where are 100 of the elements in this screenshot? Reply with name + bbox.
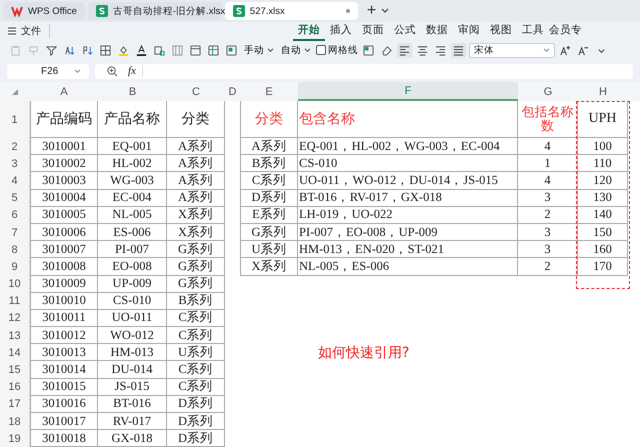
- row-header[interactable]: 19: [0, 430, 30, 447]
- table-cell: EC-004: [98, 190, 167, 207]
- ribbon-tab[interactable]: 插入: [325, 21, 357, 41]
- row-header[interactable]: 5: [0, 190, 30, 207]
- row-header[interactable]: 11: [0, 292, 30, 310]
- table-cell: EQ-001: [98, 138, 167, 156]
- table-cell: D系列: [240, 190, 298, 207]
- file-menu[interactable]: 文件: [8, 24, 50, 38]
- table-cell: 包括名称数: [518, 101, 578, 138]
- formula-field[interactable]: fx: [95, 64, 633, 78]
- row-header[interactable]: 18: [0, 413, 30, 430]
- table-cell: U系列: [167, 344, 225, 362]
- gridlines-checkbox[interactable]: 网格线: [316, 44, 358, 56]
- document-tab[interactable]: 527.xlsx: [224, 2, 358, 20]
- new-tab-button[interactable]: +: [360, 2, 378, 20]
- select-all-icon[interactable]: [12, 88, 18, 94]
- table-cell: HM-013: [98, 344, 167, 362]
- document-tab[interactable]: WPS Office: [3, 2, 85, 20]
- column-header[interactable]: G: [518, 82, 578, 101]
- row-header[interactable]: 13: [0, 327, 30, 344]
- table-cell: HM-013，EN-020，ST-021: [298, 241, 518, 258]
- column-header[interactable]: C: [167, 82, 225, 101]
- align-left-icon[interactable]: [397, 42, 412, 58]
- table-cell: BT-016: [98, 396, 167, 413]
- function-label[interactable]: fx: [128, 65, 143, 77]
- font-dropdown[interactable]: 宋体: [469, 42, 555, 58]
- table-cell: PI-007: [98, 241, 167, 258]
- row-header[interactable]: 12: [0, 310, 30, 328]
- table-cell: DU-014: [98, 361, 167, 379]
- column-header[interactable]: H: [578, 82, 628, 101]
- table-cell: U系列: [240, 241, 298, 258]
- spreadsheet-icon: [96, 5, 108, 17]
- table-cell: C系列: [240, 172, 298, 190]
- table-cell: UO-011: [98, 310, 167, 328]
- ribbon-tab[interactable]: 公式: [389, 21, 421, 41]
- layout-icon[interactable]: [361, 42, 376, 58]
- column-header[interactable]: B: [98, 82, 167, 101]
- table-cell: G系列: [167, 241, 225, 258]
- row-header[interactable]: 3: [0, 155, 30, 172]
- logo-icon: [11, 5, 23, 17]
- name-box[interactable]: F26: [7, 64, 89, 78]
- row-header[interactable]: 10: [0, 276, 30, 293]
- table-cell: X系列: [167, 206, 225, 224]
- table-cell: 3010002: [30, 155, 98, 172]
- table-cell: C系列: [167, 310, 225, 328]
- column-header[interactable]: D: [225, 82, 240, 101]
- row-header[interactable]: 7: [0, 224, 30, 242]
- justify-icon[interactable]: [451, 42, 466, 58]
- column-header[interactable]: E: [240, 82, 298, 101]
- table-cell: D系列: [167, 396, 225, 413]
- ribbon-tab[interactable]: 数据: [421, 21, 453, 41]
- table-cell: NL-005，ES-006: [298, 258, 518, 276]
- table-cell: 3010012: [30, 327, 98, 344]
- column-width-dropdown[interactable]: 自动: [279, 44, 313, 56]
- caret-icon: [304, 48, 311, 52]
- row-header[interactable]: 9: [0, 258, 30, 276]
- table-cell: GX-018: [98, 430, 167, 447]
- ribbon-tab[interactable]: 工具: [517, 21, 549, 41]
- row-header[interactable]: 4: [0, 172, 30, 190]
- font-color-icon[interactable]: [134, 42, 149, 58]
- row-header[interactable]: 16: [0, 378, 30, 396]
- table-cell: 3010015: [30, 378, 98, 396]
- table-cell: 3010014: [30, 361, 98, 379]
- row-header[interactable]: 6: [0, 206, 30, 224]
- table-cell: 3010008: [30, 258, 98, 276]
- table-cell: JS-015: [98, 378, 167, 396]
- table-cell: RV-017: [98, 413, 167, 430]
- table-cell: 140: [578, 206, 628, 224]
- table-cell: A系列: [167, 190, 225, 207]
- table-cell: LH-019，UO-022: [298, 206, 518, 224]
- caret-icon: [267, 48, 274, 52]
- row-header[interactable]: 1: [0, 101, 30, 138]
- table-cell: BT-016，RV-017，GX-018: [298, 190, 518, 207]
- column-header[interactable]: F: [298, 82, 518, 101]
- ribbon-tab[interactable]: 会员专: [549, 21, 581, 41]
- ribbon-tab[interactable]: 审阅: [453, 21, 485, 41]
- checkbox-square[interactable]: [316, 45, 326, 55]
- table-cell: EO-008: [98, 258, 167, 276]
- grid-icon[interactable]: [206, 42, 221, 58]
- table-cell: X系列: [167, 224, 225, 242]
- row-header[interactable]: 8: [0, 241, 30, 258]
- chevron-down-icon[interactable]: [381, 8, 390, 14]
- ribbon-tab[interactable]: 页面: [357, 21, 389, 41]
- table-cell: UP-009: [98, 276, 167, 293]
- window-icon[interactable]: [188, 42, 203, 58]
- row-header[interactable]: 15: [0, 361, 30, 379]
- spreadsheet-icon: [232, 5, 245, 17]
- row-header[interactable]: 14: [0, 344, 30, 362]
- row-header[interactable]: 2: [0, 138, 30, 156]
- close-dot-icon[interactable]: [346, 9, 350, 13]
- borders-icon[interactable]: [98, 42, 113, 58]
- freeze-icon[interactable]: [224, 42, 239, 58]
- row-height-dropdown[interactable]: 手动: [242, 44, 276, 56]
- column-header[interactable]: A: [30, 82, 98, 101]
- table-cell: 3010013: [30, 344, 98, 362]
- row-header[interactable]: 17: [0, 396, 30, 413]
- table-cell: 分类: [167, 101, 225, 138]
- table-cell: NL-005: [98, 206, 167, 224]
- zoom-icon[interactable]: [107, 66, 118, 76]
- ribbon-tab[interactable]: 视图: [485, 21, 517, 41]
